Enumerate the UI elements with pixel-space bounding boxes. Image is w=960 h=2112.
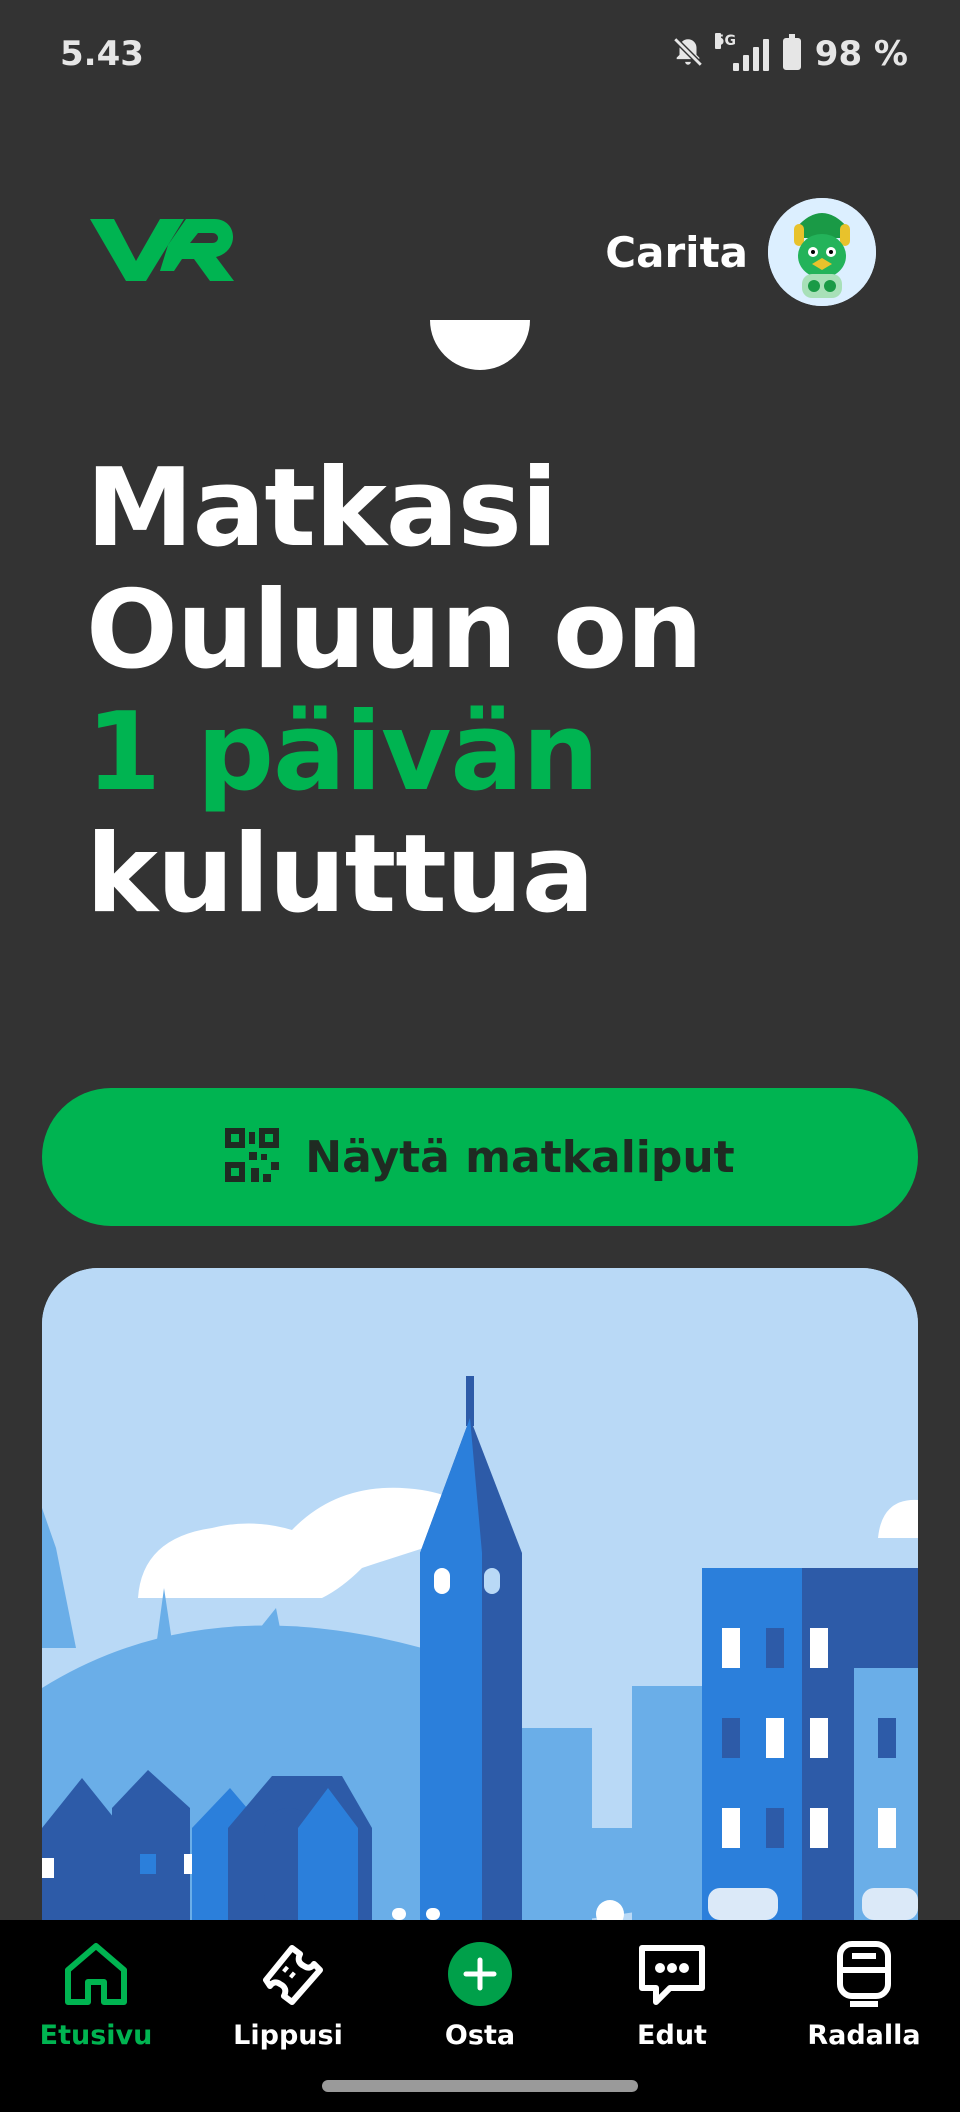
home-gesture-handle[interactable] bbox=[322, 2080, 638, 2092]
chat-bubble-icon bbox=[636, 1934, 708, 2014]
status-icons: 5G 98 % bbox=[671, 33, 908, 74]
pull-indicator[interactable] bbox=[430, 320, 530, 370]
nav-item-radalla[interactable]: Radalla bbox=[768, 1920, 960, 2068]
headline-line-2: Ouluun on bbox=[86, 568, 703, 693]
city-illustration bbox=[42, 1268, 918, 1920]
ticket-icon bbox=[252, 1934, 324, 2014]
nav-label-lippusi: Lippusi bbox=[233, 2020, 343, 2051]
signal-icon: 5G bbox=[714, 33, 769, 71]
avatar[interactable] bbox=[768, 198, 876, 306]
show-tickets-button[interactable]: Näytä matkaliput bbox=[42, 1088, 918, 1226]
train-icon bbox=[828, 1934, 900, 2014]
bottom-navigation: Etusivu Lippusi Osta Edut Radalla bbox=[0, 1920, 960, 2068]
trip-countdown-headline: Matkasi Ouluun on 1 päivän kuluttua bbox=[86, 446, 703, 937]
headline-line-4: kuluttua bbox=[86, 812, 595, 937]
network-type: 5G bbox=[714, 33, 737, 49]
battery-icon bbox=[782, 34, 801, 70]
user-name[interactable]: Carita bbox=[605, 228, 748, 277]
plus-circle-icon bbox=[444, 1934, 516, 2014]
headline-days: 1 päivän bbox=[86, 690, 599, 815]
nav-item-etusivu[interactable]: Etusivu bbox=[0, 1920, 192, 2068]
nav-label-etusivu: Etusivu bbox=[39, 2020, 153, 2051]
nav-item-lippusi[interactable]: Lippusi bbox=[192, 1920, 384, 2068]
battery-level: 98 % bbox=[814, 34, 908, 74]
mute-icon bbox=[671, 35, 705, 73]
vr-logo bbox=[90, 215, 240, 287]
headline-line-1: Matkasi bbox=[86, 446, 558, 571]
show-tickets-label: Näytä matkaliput bbox=[305, 1131, 735, 1183]
nav-item-osta[interactable]: Osta bbox=[384, 1920, 576, 2068]
nav-item-edut[interactable]: Edut bbox=[576, 1920, 768, 2068]
home-icon bbox=[60, 1934, 132, 2014]
nav-label-osta: Osta bbox=[444, 2020, 516, 2051]
qr-code-icon bbox=[225, 1128, 280, 1186]
status-time: 5.43 bbox=[60, 34, 144, 74]
nav-label-radalla: Radalla bbox=[807, 2020, 921, 2051]
nav-label-edut: Edut bbox=[637, 2020, 707, 2051]
